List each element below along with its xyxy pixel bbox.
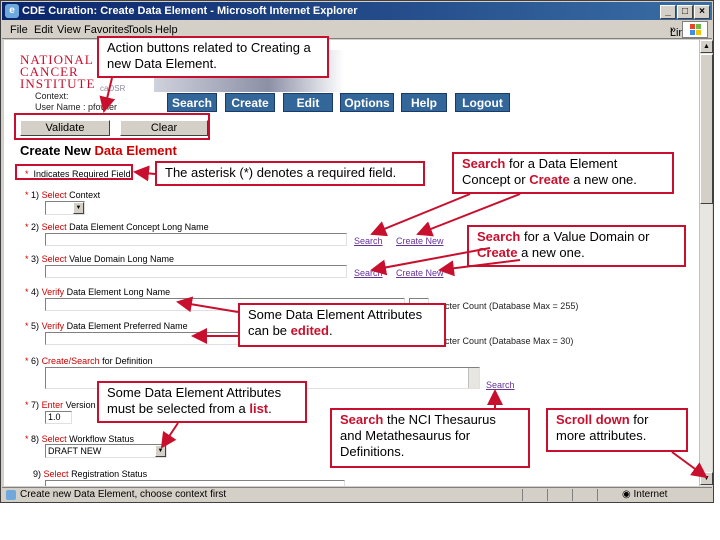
- arrow-asterisk: [133, 165, 156, 182]
- arrow-long-name: [176, 296, 239, 313]
- annotation-arrows: [99, 77, 708, 479]
- arrow-list: [160, 422, 179, 449]
- arrow-dec-create: [416, 193, 521, 237]
- arrow-dec-search: [370, 193, 471, 237]
- arrow-actions: [99, 77, 116, 113]
- arrow-vd-create: [438, 259, 521, 277]
- arrow-scroll: [671, 451, 708, 479]
